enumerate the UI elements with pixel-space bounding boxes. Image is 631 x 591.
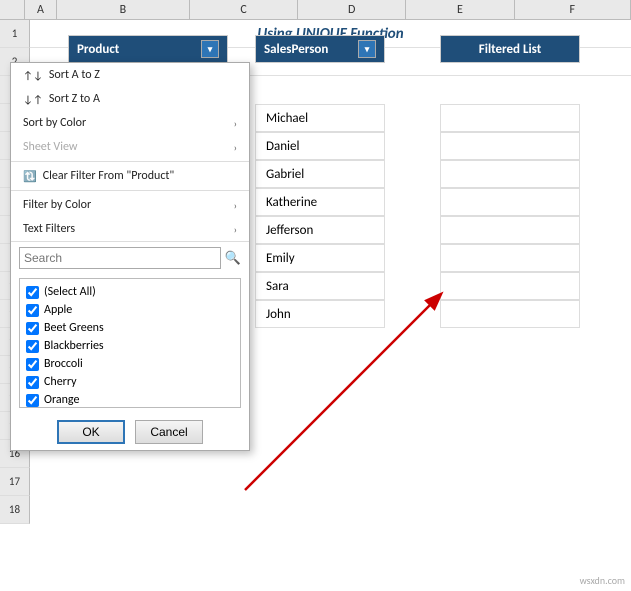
spreadsheet: A B C D E F 1 2 3 4 5 6 7 8 9 10 11 12 1…	[0, 0, 631, 591]
sp-row-9: Emily	[255, 244, 385, 272]
menu-filter-color-label: Filter by Color	[23, 198, 91, 212]
sp-row-8: Jefferson	[255, 216, 385, 244]
fl-row-5	[440, 132, 580, 160]
btn-row: OK Cancel	[11, 412, 249, 450]
cb-blackberries-label: Blackberries	[44, 339, 104, 353]
sp-row-7: Katherine	[255, 188, 385, 216]
fl-row-4	[440, 104, 580, 132]
col-header-b: B	[57, 0, 190, 19]
separator-2	[11, 190, 249, 191]
filtered-label: Filtered List	[479, 42, 541, 57]
search-input[interactable]	[19, 247, 221, 269]
sp-row-11: John	[255, 300, 385, 328]
sort-color-sub-arrow: ›	[234, 117, 237, 130]
dropdown-menu: ↑↓ Sort A to Z ↓↑ Sort Z to A Sort by Co…	[10, 62, 250, 451]
fl-row-7	[440, 188, 580, 216]
sort-za-icon: ↓↑	[23, 93, 43, 106]
row-num-18: 18	[0, 496, 30, 524]
cb-beet-greens[interactable]: Beet Greens	[24, 319, 236, 337]
sp-row-4: Michael	[255, 104, 385, 132]
text-filters-sub-arrow: ›	[234, 223, 237, 236]
cb-apple-label: Apple	[44, 303, 72, 317]
menu-sort-az[interactable]: ↑↓ Sort A to Z	[11, 63, 249, 87]
sheet-view-sub-arrow: ›	[234, 141, 237, 154]
sort-az-icon: ↑↓	[23, 69, 43, 82]
cb-broccoli-input[interactable]	[26, 358, 39, 371]
cb-blackberries-input[interactable]	[26, 340, 39, 353]
menu-text-filters-label: Text Filters	[23, 222, 75, 236]
cb-beet-greens-input[interactable]	[26, 322, 39, 335]
cb-broccoli[interactable]: Broccoli	[24, 355, 236, 373]
menu-sort-az-label: Sort A to Z	[49, 68, 100, 82]
menu-sort-color[interactable]: Sort by Color ›	[11, 111, 249, 135]
col-header-a: A	[25, 0, 57, 19]
col-header-e: E	[406, 0, 514, 19]
cb-broccoli-label: Broccoli	[44, 357, 83, 371]
cb-orange[interactable]: Orange	[24, 391, 236, 408]
cb-orange-label: Orange	[44, 393, 79, 407]
cb-apple[interactable]: Apple	[24, 301, 236, 319]
ok-button[interactable]: OK	[57, 420, 125, 444]
cancel-button[interactable]: Cancel	[135, 420, 203, 444]
fl-row-6	[440, 160, 580, 188]
cb-blackberries[interactable]: Blackberries	[24, 337, 236, 355]
fl-row-9	[440, 244, 580, 272]
sp-row-10: Sara	[255, 272, 385, 300]
clear-filter-icon: 🔃	[23, 170, 37, 183]
salesperson-label: SalesPerson	[264, 42, 328, 57]
product-label: Product	[77, 42, 119, 57]
checkbox-list: (Select All) Apple Beet Greens Blackberr…	[19, 278, 241, 408]
fl-row-11	[440, 300, 580, 328]
product-header: Product ▾	[68, 35, 228, 63]
col-header-d: D	[298, 0, 406, 19]
cb-cherry-label: Cherry	[44, 375, 77, 389]
watermark: wsxdn.com	[580, 574, 625, 587]
fl-row-8	[440, 216, 580, 244]
cb-apple-input[interactable]	[26, 304, 39, 317]
menu-clear-filter[interactable]: 🔃 Clear Filter From "Product"	[11, 164, 249, 188]
row-col-corner	[0, 0, 25, 19]
cb-select-all-input[interactable]	[26, 286, 39, 299]
menu-sort-za[interactable]: ↓↑ Sort Z to A	[11, 87, 249, 111]
col-header-c: C	[190, 0, 298, 19]
menu-sort-color-label: Sort by Color	[23, 116, 86, 130]
sp-row-6: Gabriel	[255, 160, 385, 188]
filtered-list-header: Filtered List	[440, 35, 580, 63]
cb-cherry[interactable]: Cherry	[24, 373, 236, 391]
filter-color-sub-arrow: ›	[234, 199, 237, 212]
menu-text-filters[interactable]: Text Filters ›	[11, 217, 249, 241]
cb-select-all[interactable]: (Select All)	[24, 283, 236, 301]
menu-filter-color[interactable]: Filter by Color ›	[11, 193, 249, 217]
col-header-row: A B C D E F	[0, 0, 631, 20]
cb-orange-input[interactable]	[26, 394, 39, 407]
cb-beet-greens-label: Beet Greens	[44, 321, 104, 335]
salesperson-dropdown-arrow[interactable]: ▾	[358, 40, 376, 58]
salesperson-header: SalesPerson ▾	[255, 35, 385, 63]
product-dropdown-arrow[interactable]: ▾	[201, 40, 219, 58]
menu-sheet-view-label: Sheet View	[23, 140, 77, 154]
separator-1	[11, 161, 249, 162]
menu-sort-za-label: Sort Z to A	[49, 92, 100, 106]
row-num-17: 17	[0, 468, 30, 496]
sp-row-5: Daniel	[255, 132, 385, 160]
cb-cherry-input[interactable]	[26, 376, 39, 389]
cb-select-all-label: (Select All)	[44, 285, 96, 299]
col-header-f: F	[515, 0, 631, 19]
menu-sheet-view[interactable]: Sheet View ›	[11, 135, 249, 159]
search-box-wrap: 🔍	[11, 241, 249, 274]
row-num-1: 1	[0, 20, 30, 48]
fl-row-10	[440, 272, 580, 300]
search-icon: 🔍	[225, 251, 241, 266]
menu-clear-filter-label: Clear Filter From "Product"	[43, 169, 175, 183]
